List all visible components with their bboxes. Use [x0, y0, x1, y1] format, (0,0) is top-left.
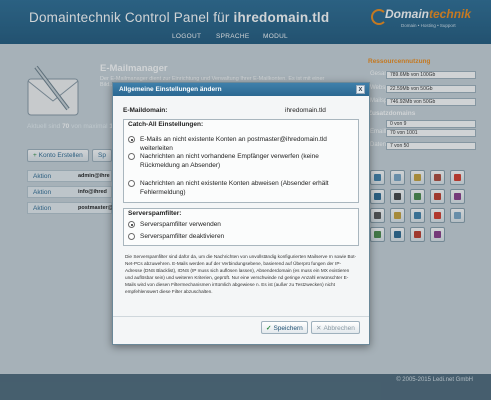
radio-button[interactable]	[128, 136, 135, 143]
radio-button[interactable]	[128, 221, 135, 228]
spamfilter-option-disable[interactable]: Serverspamfilter deaktivieren	[128, 232, 350, 241]
radio-button[interactable]	[128, 180, 135, 187]
save-button[interactable]: ✓ Speichern	[261, 321, 308, 334]
checkmark-icon: ✓	[266, 325, 272, 332]
spamfilter-fieldset: Serverspamfilter: Serverspamfilter verwe…	[123, 208, 359, 246]
dialog-titlebar[interactable]: Allgemeine Einstellungen ändern x	[113, 83, 369, 96]
radio-label: Serverspamfilter verwenden	[140, 221, 221, 228]
catchall-option-reject[interactable]: Nachrichten an nicht existente Konten ab…	[128, 179, 350, 197]
catchall-legend: Catch-All Einstellungen:	[128, 121, 204, 128]
email-domain-label: E-Maildomain:	[123, 107, 168, 114]
catchall-fieldset: Catch-All Einstellungen: E-Mails an nich…	[123, 119, 359, 203]
radio-label: Serverspamfilter deaktivieren	[140, 233, 225, 240]
radio-label: E-Mails an nicht existente Konten an pos…	[140, 136, 327, 152]
close-icon[interactable]: x	[356, 85, 365, 94]
email-domain-value: ihredomain.tld	[285, 107, 326, 114]
catchall-option-discard[interactable]: Nachrichten an nicht vorhandene Empfänge…	[128, 152, 350, 170]
save-button-label: Speichern	[273, 325, 303, 332]
radio-label: Nachrichten an nicht existente Konten ab…	[140, 180, 329, 196]
catchall-option-forward[interactable]: E-Mails an nicht existente Konten an pos…	[128, 135, 350, 153]
dialog-divider	[113, 316, 369, 317]
spamfilter-option-enable[interactable]: Serverspamfilter verwenden	[128, 220, 350, 229]
radio-button[interactable]	[128, 233, 135, 240]
settings-dialog: Allgemeine Einstellungen ändern x E-Mail…	[112, 82, 370, 345]
dialog-title: Allgemeine Einstellungen ändern	[119, 86, 222, 93]
radio-label: Nachrichten an nicht vorhandene Empfänge…	[140, 153, 319, 169]
cancel-button-label: Abbrechen	[323, 325, 355, 332]
cancel-button[interactable]: ✕ Abbrechen	[311, 321, 360, 334]
spamfilter-info-text: Die Serverspamfilter sind dafür da, um d…	[125, 254, 357, 294]
radio-button[interactable]	[128, 153, 135, 160]
spamfilter-legend: Serverspamfilter:	[128, 210, 182, 217]
cancel-icon: ✕	[316, 325, 322, 332]
